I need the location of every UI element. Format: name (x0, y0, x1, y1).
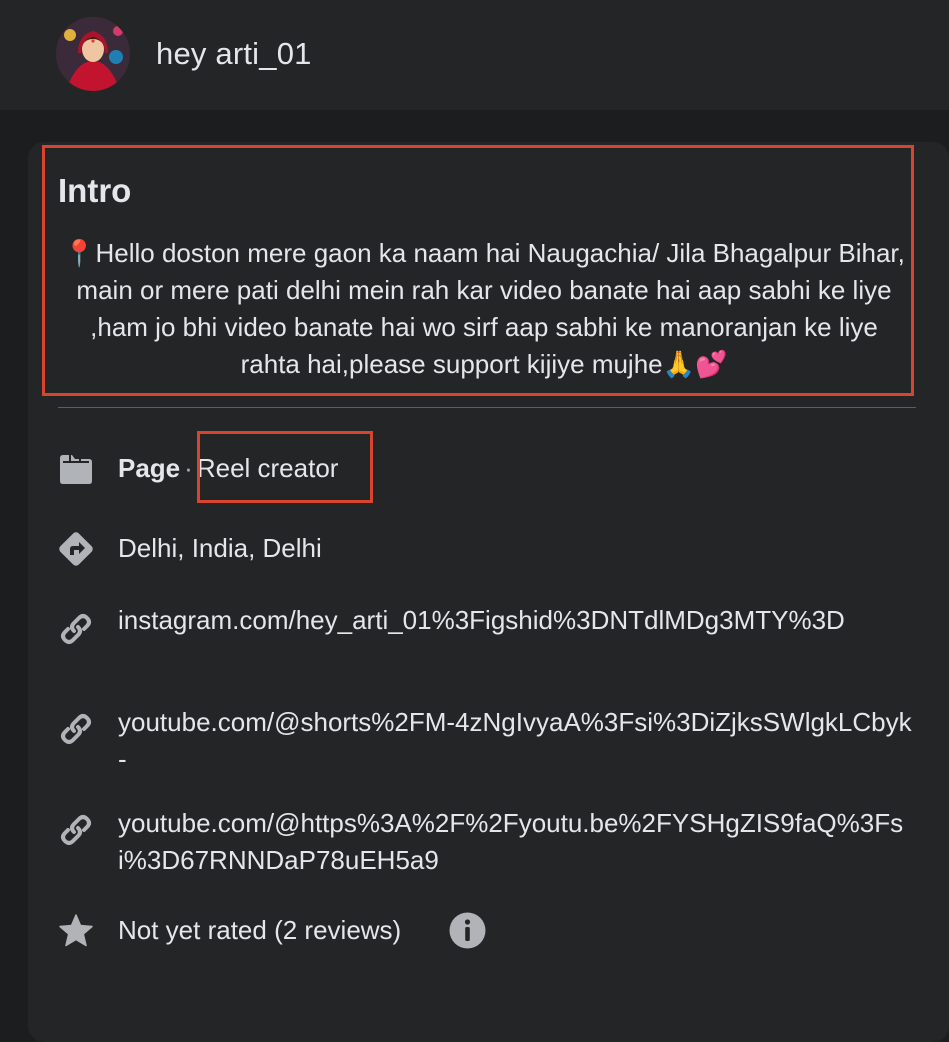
link-icon (57, 610, 95, 648)
info-icon[interactable] (449, 912, 486, 949)
link-icon (57, 710, 95, 748)
location-text: Delhi, India, Delhi (118, 533, 322, 563)
profile-header: hey arti_01 (0, 0, 949, 110)
category-label: Page (118, 453, 181, 483)
category-separator: · (184, 453, 193, 483)
youtube-link-2[interactable]: youtube.com/@https%3A%2F%2Fyoutu.be%2FYS… (118, 805, 918, 879)
category-highlight-box (197, 431, 373, 503)
avatar[interactable] (56, 17, 130, 91)
instagram-link[interactable]: instagram.com/hey_arti_01%3Figshid%3DNTd… (118, 602, 918, 639)
link-icon (57, 811, 95, 849)
rating-text: Not yet rated (2 reviews) (118, 915, 402, 945)
directions-icon (57, 530, 95, 568)
page-icon (57, 450, 95, 488)
avatar-image (56, 17, 130, 91)
intro-highlight-box (42, 145, 914, 396)
star-icon (57, 912, 95, 950)
divider (58, 407, 916, 408)
youtube-link-1[interactable]: youtube.com/@shorts%2FM-4zNgIvyaA%3Fsi%3… (118, 704, 918, 778)
profile-name[interactable]: hey arti_01 (156, 36, 312, 72)
